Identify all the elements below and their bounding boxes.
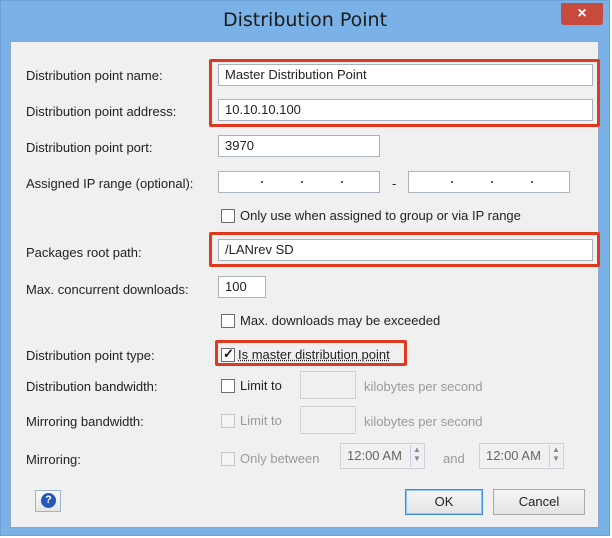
highlight-root-path bbox=[209, 232, 600, 267]
highlight-master bbox=[215, 340, 407, 366]
close-icon: × bbox=[577, 5, 587, 22]
mirroring-start-time[interactable]: 12:00 AM ▲ ▼ bbox=[340, 443, 425, 469]
max-downloads-label: Max. concurrent downloads: bbox=[26, 282, 189, 297]
ip-range-end-field[interactable] bbox=[408, 171, 570, 193]
mirroring-and-label: and bbox=[443, 451, 465, 466]
ip-octet-separators bbox=[219, 172, 379, 192]
end-time-spinner[interactable]: ▲ ▼ bbox=[549, 445, 562, 467]
root-path-label: Packages root path: bbox=[26, 245, 142, 260]
mirroring-only-between-checkbox[interactable] bbox=[221, 452, 235, 466]
address-field[interactable]: 10.10.10.100 bbox=[218, 99, 593, 121]
ip-range-start-field[interactable] bbox=[218, 171, 380, 193]
may-exceed-label: Max. downloads may be exceeded bbox=[240, 313, 441, 328]
max-downloads-field[interactable]: 100 bbox=[218, 276, 266, 298]
help-button[interactable]: ? bbox=[35, 490, 61, 512]
ok-button[interactable]: OK bbox=[405, 489, 483, 515]
dist-limit-label: Limit to bbox=[240, 378, 282, 393]
ip-range-dash: - bbox=[392, 176, 397, 191]
dialog-title: Distribution Point bbox=[222, 9, 388, 31]
start-time-spinner[interactable]: ▲ ▼ bbox=[410, 445, 423, 467]
ip-range-label: Assigned IP range (optional): bbox=[26, 176, 194, 191]
address-label: Distribution point address: bbox=[26, 104, 177, 119]
end-time-value: 12:00 AM bbox=[486, 448, 541, 463]
title-bar[interactable]: Distribution Point × bbox=[1, 1, 609, 41]
only-assigned-checkbox[interactable] bbox=[221, 209, 235, 223]
dialog-content: Distribution point name: Master Distribu… bbox=[10, 41, 600, 528]
mirroring-end-time[interactable]: 12:00 AM ▲ ▼ bbox=[479, 443, 564, 469]
mirror-limit-field[interactable] bbox=[300, 406, 356, 434]
mirror-limit-checkbox[interactable] bbox=[221, 414, 235, 428]
mirror-limit-label: Limit to bbox=[240, 413, 282, 428]
dist-limit-checkbox[interactable] bbox=[221, 379, 235, 393]
dist-bandwidth-label: Distribution bandwidth: bbox=[26, 379, 158, 394]
may-exceed-checkbox[interactable] bbox=[221, 314, 235, 328]
port-field[interactable]: 3970 bbox=[218, 135, 380, 157]
only-assigned-label: Only use when assigned to group or via I… bbox=[240, 208, 521, 223]
ip-octet-separators bbox=[409, 172, 569, 192]
dist-limit-unit: kilobytes per second bbox=[364, 379, 483, 394]
cancel-button[interactable]: Cancel bbox=[493, 489, 585, 515]
start-time-value: 12:00 AM bbox=[347, 448, 402, 463]
mirroring-label: Mirroring: bbox=[26, 452, 81, 467]
name-label: Distribution point name: bbox=[26, 68, 163, 83]
mirroring-only-between-label: Only between bbox=[240, 451, 320, 466]
dialog-window: Distribution Point × Distribution point … bbox=[0, 0, 610, 536]
dist-limit-field[interactable] bbox=[300, 371, 356, 399]
mirror-bandwidth-label: Mirroring bandwidth: bbox=[26, 414, 144, 429]
mirror-limit-unit: kilobytes per second bbox=[364, 414, 483, 429]
type-label: Distribution point type: bbox=[26, 348, 155, 363]
close-button[interactable]: × bbox=[561, 3, 603, 25]
help-icon: ? bbox=[41, 493, 56, 508]
port-label: Distribution point port: bbox=[26, 140, 153, 155]
